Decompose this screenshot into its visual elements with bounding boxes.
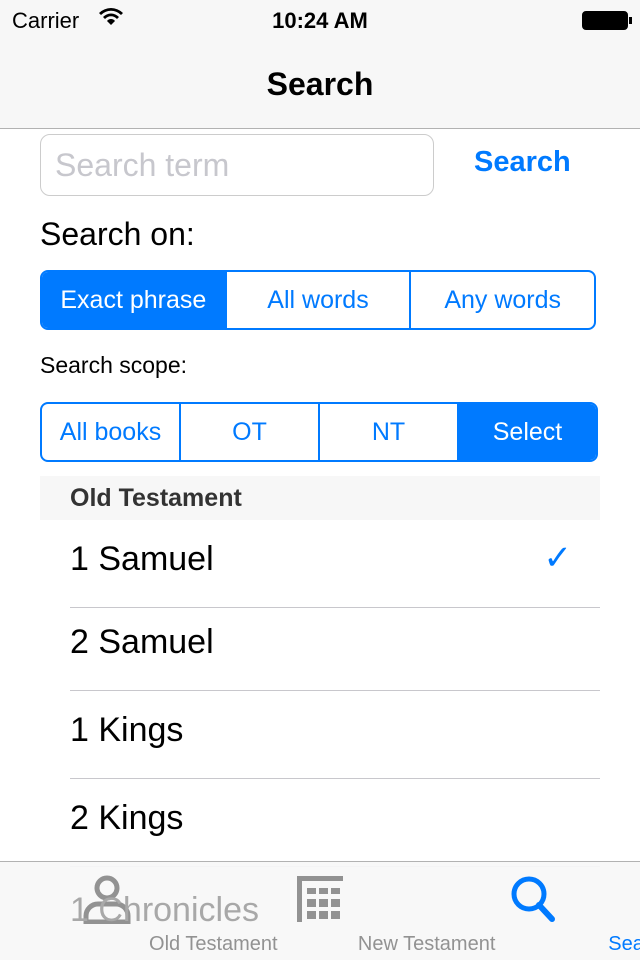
search-scope-label: Search scope: — [40, 352, 188, 378]
segment-nt[interactable]: NT — [318, 404, 457, 460]
list-item[interactable]: 2 Samuel — [70, 603, 600, 691]
battery-icon — [582, 11, 632, 30]
book-name: 2 Kings — [70, 799, 184, 837]
status-bar: Carrier 10:24 AM — [0, 0, 640, 40]
book-name: 1 Chronicles — [70, 891, 259, 929]
search-mode-control: Exact phrase All words Any words — [40, 270, 596, 330]
segment-exact-phrase[interactable]: Exact phrase — [42, 272, 225, 328]
navigation-bar: Search — [0, 40, 640, 129]
search-scope-control: All books OT NT Select — [40, 402, 598, 462]
clock: 10:24 AM — [272, 8, 368, 33]
segment-ot[interactable]: OT — [179, 404, 318, 460]
list-item[interactable]: 1 Chronicles — [70, 891, 600, 930]
book-name: 1 Samuel — [70, 540, 214, 578]
search-button[interactable]: Search — [474, 146, 571, 179]
segment-any-words[interactable]: Any words — [409, 272, 594, 328]
segment-select[interactable]: Select — [457, 404, 596, 460]
search-input[interactable] — [40, 134, 434, 196]
checkmark-icon: ✓ — [543, 539, 573, 577]
segment-all-words[interactable]: All words — [224, 272, 410, 328]
list-item[interactable]: 1 Samuel ✓ — [70, 520, 600, 608]
book-name: 1 Kings — [70, 711, 184, 749]
list-item[interactable]: 1 Kings — [70, 691, 600, 779]
section-header: Old Testament — [40, 476, 600, 520]
book-name: 2 Samuel — [70, 623, 214, 661]
page-title: Search — [266, 66, 374, 102]
segment-all-books[interactable]: All books — [42, 404, 179, 460]
tab-label: Search — [608, 933, 640, 955]
list-item[interactable]: 2 Kings — [70, 779, 600, 867]
search-on-label: Search on: — [40, 216, 195, 252]
